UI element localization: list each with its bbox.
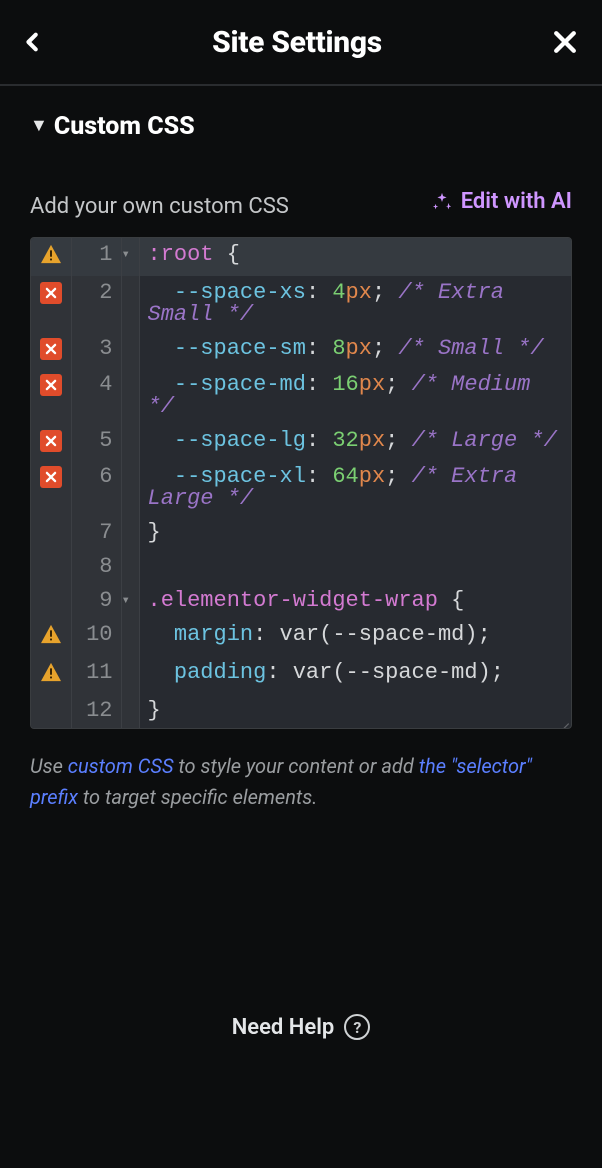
line-number: 2 bbox=[71, 276, 121, 332]
gutter-marker bbox=[31, 618, 71, 656]
gutter-marker bbox=[31, 550, 71, 584]
custom-css-label: Add your own custom CSS bbox=[30, 194, 289, 219]
need-help-row: Need Help ? bbox=[0, 1014, 602, 1040]
page-header: Site Settings bbox=[0, 0, 602, 86]
error-icon bbox=[40, 430, 62, 452]
need-help-button[interactable]: Need Help ? bbox=[232, 1014, 371, 1040]
line-number: 3 bbox=[71, 332, 121, 368]
code-line[interactable]: 3 --space-sm: 8px; /* Small */ bbox=[31, 332, 571, 368]
fold-toggle bbox=[121, 276, 139, 332]
line-number: 7 bbox=[71, 516, 121, 550]
line-number: 4 bbox=[71, 368, 121, 424]
line-number: 12 bbox=[71, 694, 121, 728]
fold-toggle[interactable]: ▾ bbox=[121, 584, 139, 618]
fold-toggle bbox=[121, 424, 139, 460]
fold-toggle bbox=[121, 460, 139, 516]
gutter-marker bbox=[31, 276, 71, 332]
warning-icon bbox=[40, 244, 62, 264]
code-content[interactable]: --space-sm: 8px; /* Small */ bbox=[139, 332, 571, 368]
gutter-marker bbox=[31, 694, 71, 728]
fold-toggle bbox=[121, 656, 139, 694]
gutter-marker bbox=[31, 332, 71, 368]
code-line[interactable]: 4 --space-md: 16px; /* Medium */ bbox=[31, 368, 571, 424]
warning-icon bbox=[40, 624, 62, 644]
code-content[interactable]: --space-lg: 32px; /* Large */ bbox=[139, 424, 571, 460]
sparkle-icon bbox=[431, 191, 453, 213]
line-number: 8 bbox=[71, 550, 121, 584]
line-number: 10 bbox=[71, 618, 121, 656]
code-line[interactable]: 9▾.elementor-widget-wrap { bbox=[31, 584, 571, 618]
fold-toggle bbox=[121, 368, 139, 424]
section-title: Custom CSS bbox=[54, 112, 195, 141]
fold-toggle bbox=[121, 618, 139, 656]
code-content[interactable]: :root { bbox=[139, 238, 571, 276]
gutter-marker bbox=[31, 656, 71, 694]
gutter-marker bbox=[31, 368, 71, 424]
custom-css-help-text: Use custom CSS to style your content or … bbox=[30, 751, 572, 813]
fold-toggle bbox=[121, 694, 139, 728]
gutter-marker bbox=[31, 584, 71, 618]
code-content[interactable]: --space-md: 16px; /* Medium */ bbox=[139, 368, 571, 424]
back-button[interactable] bbox=[22, 25, 44, 59]
code-line[interactable]: 12} bbox=[31, 694, 571, 728]
need-help-label: Need Help bbox=[232, 1015, 335, 1040]
code-content[interactable]: --space-xs: 4px; /* Extra Small */ bbox=[139, 276, 571, 332]
fold-toggle[interactable]: ▾ bbox=[121, 238, 139, 276]
code-line[interactable]: 8 bbox=[31, 550, 571, 584]
code-content[interactable] bbox=[139, 550, 571, 584]
close-icon bbox=[550, 27, 580, 57]
section-toggle-custom-css[interactable]: ▼ Custom CSS bbox=[30, 112, 572, 141]
edit-with-ai-label: Edit with AI bbox=[461, 189, 572, 214]
fold-toggle bbox=[121, 332, 139, 368]
code-line[interactable]: 5 --space-lg: 32px; /* Large */ bbox=[31, 424, 571, 460]
gutter-marker bbox=[31, 516, 71, 550]
edit-with-ai-button[interactable]: Edit with AI bbox=[431, 189, 572, 214]
code-content[interactable]: .elementor-widget-wrap { bbox=[139, 584, 571, 618]
gutter-marker bbox=[31, 460, 71, 516]
css-code-editor[interactable]: 1▾:root {2 --space-xs: 4px; /* Extra Sma… bbox=[30, 237, 572, 729]
line-number: 5 bbox=[71, 424, 121, 460]
gutter-marker bbox=[31, 238, 71, 276]
code-line[interactable]: 11 padding: var(--space-md); bbox=[31, 656, 571, 694]
error-icon bbox=[40, 466, 62, 488]
code-line[interactable]: 10 margin: var(--space-md); bbox=[31, 618, 571, 656]
code-line[interactable]: 7} bbox=[31, 516, 571, 550]
editor-resize-handle[interactable] bbox=[555, 712, 569, 726]
caret-down-icon: ▼ bbox=[30, 117, 48, 135]
close-button[interactable] bbox=[550, 27, 580, 57]
help-icon: ? bbox=[344, 1014, 370, 1040]
page-title: Site Settings bbox=[212, 25, 382, 60]
line-number: 1 bbox=[71, 238, 121, 276]
code-content[interactable]: } bbox=[139, 694, 571, 728]
code-content[interactable]: margin: var(--space-md); bbox=[139, 618, 571, 656]
warning-icon bbox=[40, 662, 62, 682]
fold-toggle bbox=[121, 550, 139, 584]
custom-css-link[interactable]: custom CSS bbox=[68, 754, 174, 778]
code-content[interactable]: padding: var(--space-md); bbox=[139, 656, 571, 694]
fold-toggle bbox=[121, 516, 139, 550]
line-number: 6 bbox=[71, 460, 121, 516]
code-content[interactable]: --space-xl: 64px; /* Extra Large */ bbox=[139, 460, 571, 516]
error-icon bbox=[40, 338, 62, 360]
custom-css-subheader: Add your own custom CSS Edit with AI bbox=[30, 189, 572, 219]
code-line[interactable]: 2 --space-xs: 4px; /* Extra Small */ bbox=[31, 276, 571, 332]
error-icon bbox=[40, 282, 62, 304]
code-line[interactable]: 6 --space-xl: 64px; /* Extra Large */ bbox=[31, 460, 571, 516]
line-number: 9 bbox=[71, 584, 121, 618]
chevron-left-icon bbox=[22, 25, 44, 59]
error-icon bbox=[40, 374, 62, 396]
content-area: ▼ Custom CSS Add your own custom CSS Edi… bbox=[0, 86, 602, 813]
code-content[interactable]: } bbox=[139, 516, 571, 550]
gutter-marker bbox=[31, 424, 71, 460]
line-number: 11 bbox=[71, 656, 121, 694]
code-line[interactable]: 1▾:root { bbox=[31, 238, 571, 276]
